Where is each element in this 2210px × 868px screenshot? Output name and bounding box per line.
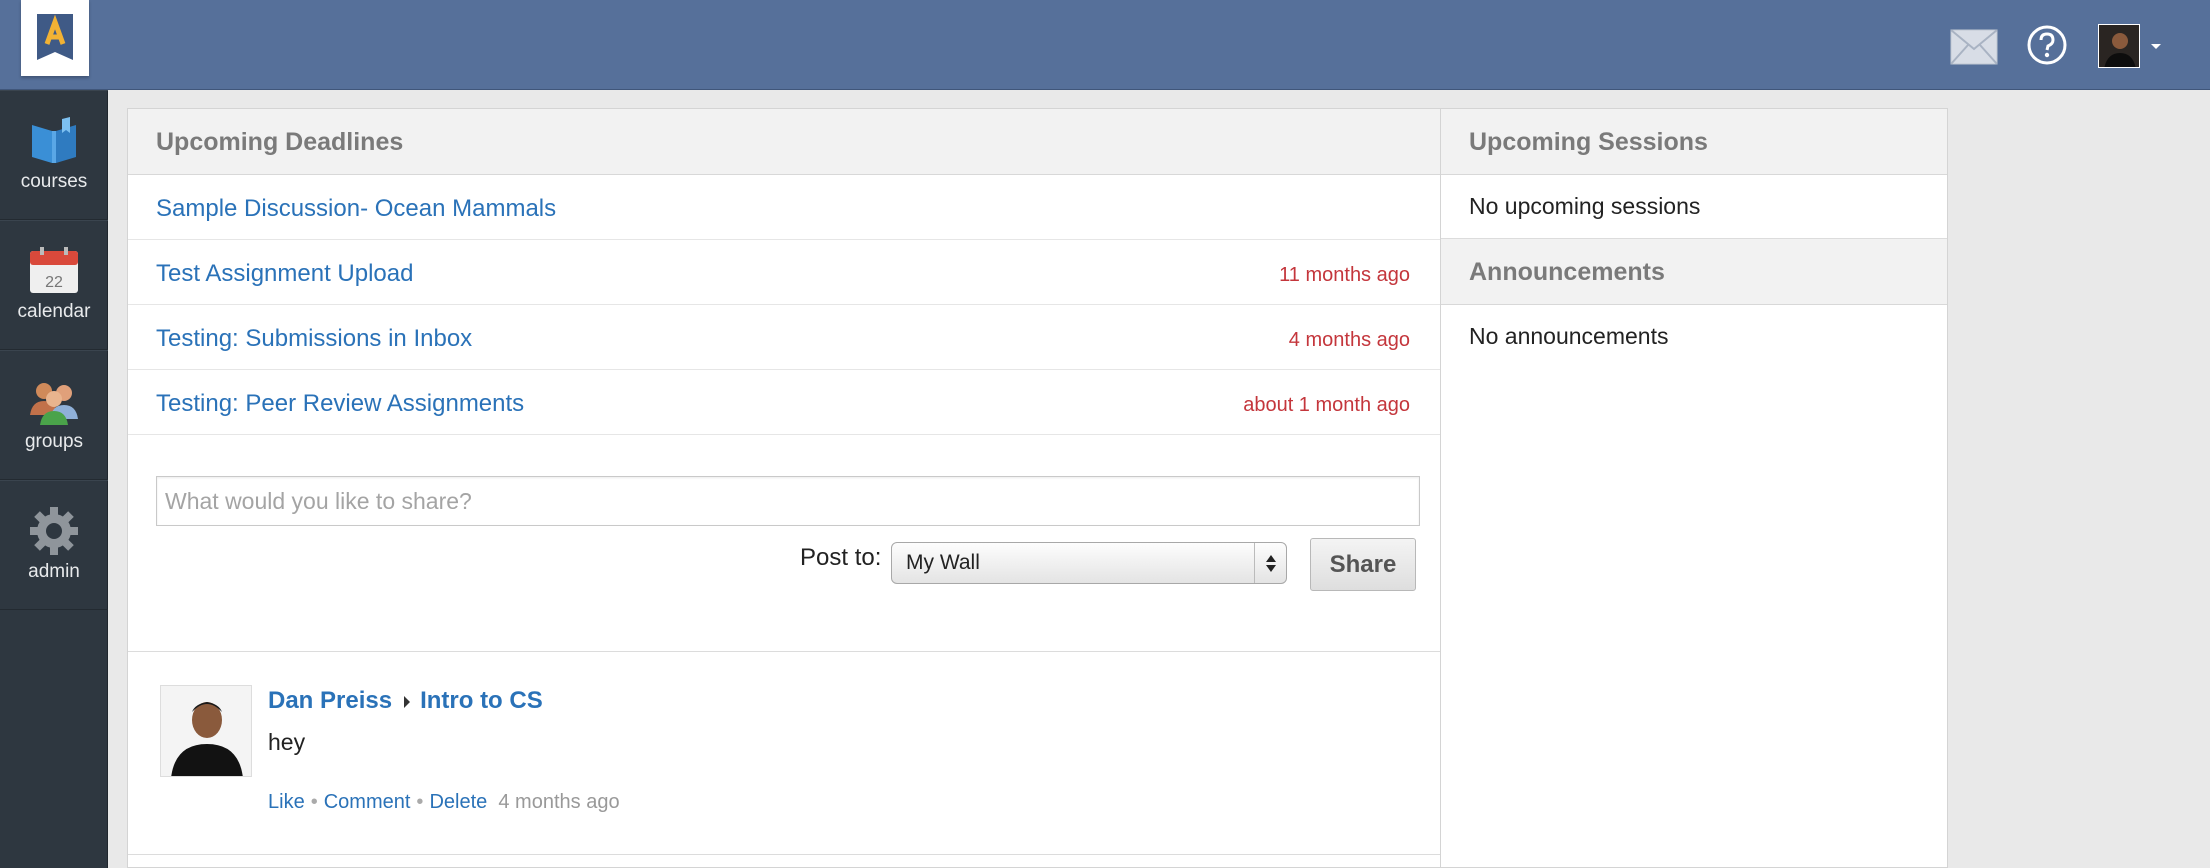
deadline-link[interactable]: Test Assignment Upload [156,260,413,288]
post-target[interactable]: Intro to CS [420,687,543,714]
sessions-title: Upcoming Sessions [1441,109,1947,175]
sessions-empty: No upcoming sessions [1441,175,1947,239]
calendar-date: 22 [45,274,63,291]
deadline-link[interactable]: Sample Discussion- Ocean Mammals [156,195,556,223]
logo-icon [37,14,73,60]
groups-icon [30,383,78,425]
deadline-time: 11 months ago [1279,264,1410,286]
announcements-empty: No announcements [1469,323,1669,349]
deadline-row: Testing: Submissions in Inbox 4 months a… [128,305,1440,370]
courses-icon [32,117,76,163]
post-author[interactable]: Dan Preiss [268,687,392,714]
deadline-row: Testing: Peer Review Assignments about 1… [128,370,1440,435]
select-arrows-icon [1254,543,1286,583]
deadlines-panel: Upcoming Deadlines Sample Discussion- Oc… [127,108,1441,868]
mail-icon[interactable] [1950,29,1998,70]
deadline-row: Test Assignment Upload 11 months ago [128,240,1440,305]
deadline-time: about 1 month ago [1243,394,1410,416]
separator: • [310,791,318,813]
help-icon[interactable] [2026,24,2068,71]
deadline-time: 4 months ago [1288,329,1410,351]
sidebar: courses 22 calendar groups admin [0,90,108,868]
like-link[interactable]: Like [268,791,305,813]
sidebar-item-courses[interactable]: courses [0,90,108,220]
user-avatar[interactable] [2098,24,2140,68]
caret-right-icon [404,695,411,708]
wall-post: Dan Preiss Intro to CS hey Like • Comment • D… [128,653,1440,855]
post-time: 4 months ago [498,791,620,813]
sidebar-item-label: calendar [17,301,91,322]
share-button[interactable]: Share [1310,538,1416,591]
share-input[interactable] [156,476,1420,526]
post-to-select[interactable]: My Wall [891,542,1287,584]
top-bar [0,0,2210,90]
chevron-down-icon[interactable] [2151,44,2161,49]
post-body: hey [268,729,306,755]
deadline-link[interactable]: Testing: Submissions in Inbox [156,325,472,353]
sidebar-item-admin[interactable]: admin [0,480,108,610]
sidebar-item-label: groups [24,431,84,452]
post-actions: Like • Comment • Delete 4 months ago [268,791,620,814]
post-to-label: Post to: [800,544,882,571]
sidebar-item-groups[interactable]: groups [0,350,108,480]
gear-icon [30,507,78,555]
sidebar-item-calendar[interactable]: 22 calendar [0,220,108,350]
post-to-value: My Wall [906,551,980,574]
separator: • [416,791,424,813]
deadlines-title: Upcoming Deadlines [128,109,1440,175]
sidebar-item-label: admin [28,561,80,582]
post-author-avatar[interactable] [160,685,252,777]
delete-link[interactable]: Delete [429,791,487,813]
sidebar-item-label: courses [20,171,88,192]
post-header: Dan Preiss Intro to CS [268,687,543,715]
deadline-row: Sample Discussion- Ocean Mammals [128,175,1440,240]
app-logo[interactable] [21,0,89,76]
deadline-link[interactable]: Testing: Peer Review Assignments [156,390,524,418]
share-form: Post to: My Wall Share [128,440,1440,652]
comment-link[interactable]: Comment [324,791,411,813]
side-panel: Upcoming Sessions No upcoming sessions A… [1441,108,1948,868]
calendar-icon: 22 [30,247,78,293]
announcements-title: Announcements [1441,239,1947,305]
